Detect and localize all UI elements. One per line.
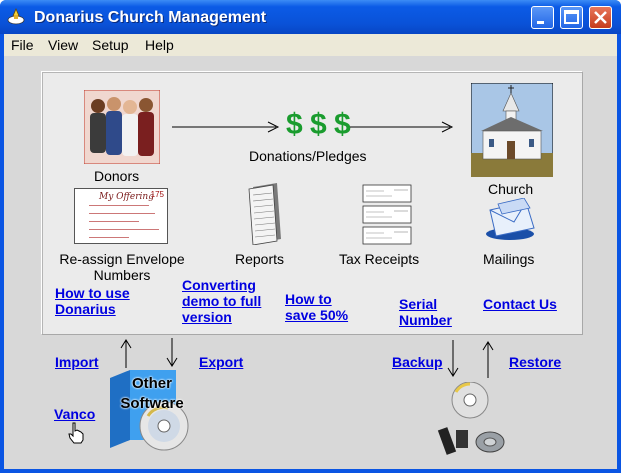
arrow-up-icon <box>482 341 494 378</box>
offering-envelope-image[interactable]: My Offering 175 <box>74 188 168 244</box>
donations-label: Donations/Pledges <box>249 148 367 164</box>
backup-link[interactable]: Backup <box>392 354 443 370</box>
restore-link[interactable]: Restore <box>509 354 561 370</box>
backup-media-icon[interactable] <box>436 382 506 456</box>
workspace: Donors $ $ $ Donations/Pledges Church My… <box>4 56 617 469</box>
offering-card-number: 175 <box>150 190 164 199</box>
church-label: Church <box>488 181 534 197</box>
vanco-link[interactable]: Vanco <box>54 406 95 422</box>
title-bar[interactable]: Donarius Church Management <box>0 0 621 34</box>
menu-view[interactable]: View <box>48 37 78 53</box>
minimize-icon <box>537 21 544 24</box>
other-software-label: Other Software <box>114 374 190 414</box>
reassign-envelope-line2: Numbers <box>93 267 151 283</box>
arrow-down-icon <box>166 338 178 367</box>
how-to-use-line2: Donarius <box>55 301 116 317</box>
save-50-link[interactable]: How to save 50% <box>285 291 348 323</box>
other-software-line1: Other <box>131 375 172 392</box>
close-icon <box>594 11 607 24</box>
contact-us-link[interactable]: Contact Us <box>483 296 557 312</box>
minimize-button[interactable] <box>531 6 554 29</box>
dollar-icon[interactable]: $ <box>310 108 327 142</box>
converting-line1: Converting <box>182 277 256 293</box>
dollar-icon[interactable]: $ <box>334 108 351 142</box>
client-area: File View Setup Help Donors $ $ $ Donati… <box>4 34 617 469</box>
other-software-line2: Software <box>120 395 184 412</box>
menu-bar: File View Setup Help <box>4 34 617 56</box>
menu-file[interactable]: File <box>11 37 34 53</box>
window-title: Donarius Church Management <box>34 9 267 26</box>
save-line1: How to <box>285 291 332 307</box>
converting-demo-link[interactable]: Converting demo to full version <box>182 277 261 325</box>
maximize-icon <box>564 10 579 24</box>
dollar-icon[interactable]: $ <box>286 108 303 142</box>
menu-setup[interactable]: Setup <box>92 37 129 53</box>
import-link[interactable]: Import <box>55 354 99 370</box>
how-to-use-link[interactable]: How to use Donarius <box>55 285 130 317</box>
hand-cursor-icon <box>68 422 84 444</box>
offering-card-title: My Offering <box>99 192 154 202</box>
arrow-down-icon <box>447 340 459 377</box>
mailings-icon[interactable] <box>484 198 540 242</box>
converting-line3: version <box>182 309 232 325</box>
serial-line2: Number <box>399 312 452 328</box>
arrow-right-icon <box>172 121 280 133</box>
app-window: Donarius Church Management File View Set… <box>0 0 621 473</box>
donors-label: Donors <box>94 168 140 184</box>
arrow-up-icon <box>120 339 132 368</box>
reports-icon[interactable] <box>247 183 283 245</box>
tax-receipts-label: Tax Receipts <box>339 251 420 267</box>
serial-number-link[interactable]: Serial Number <box>399 296 452 328</box>
arrow-right-icon <box>350 121 454 133</box>
serial-line1: Serial <box>399 296 438 312</box>
menu-help[interactable]: Help <box>145 37 174 53</box>
donors-image[interactable] <box>84 90 160 164</box>
mailings-label: Mailings <box>483 251 535 267</box>
how-to-use-line1: How to use <box>55 285 130 301</box>
export-link[interactable]: Export <box>199 354 243 370</box>
reports-label: Reports <box>235 251 285 267</box>
maximize-button[interactable] <box>560 6 583 29</box>
reassign-envelope-label: Re-assign Envelope Numbers <box>50 251 194 283</box>
close-button[interactable] <box>589 6 612 29</box>
church-image[interactable] <box>471 83 553 177</box>
main-panel: Donors $ $ $ Donations/Pledges Church My… <box>41 71 583 335</box>
save-line2: save 50% <box>285 307 349 323</box>
app-icon <box>7 8 25 25</box>
tax-receipts-icon[interactable] <box>362 184 412 246</box>
converting-line2: demo to full <box>182 293 262 309</box>
reassign-envelope-line1: Re-assign Envelope <box>59 251 185 267</box>
